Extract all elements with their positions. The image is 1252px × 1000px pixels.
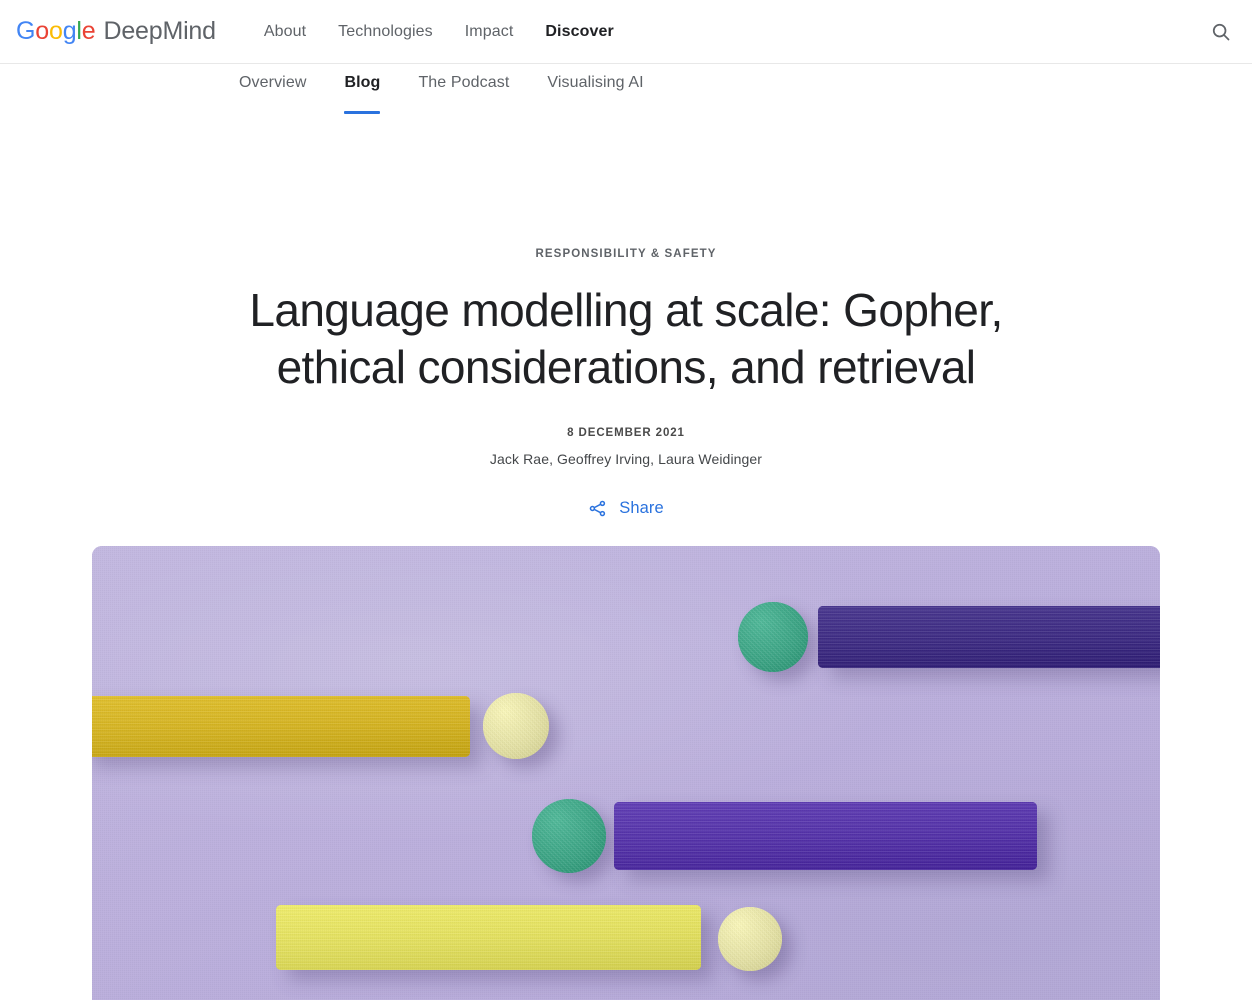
site-header: Google DeepMind About Technologies Impac… xyxy=(0,0,1252,64)
article-authors: Jack Rae, Geoffrey Irving, Laura Weiding… xyxy=(489,451,763,467)
deepmind-wordmark: DeepMind xyxy=(103,17,216,45)
logo-letter-e: e xyxy=(81,17,96,45)
article-date: 8 DECEMBER 2021 xyxy=(567,427,685,439)
logo-letter-o1: o xyxy=(35,17,49,45)
nav-item-impact[interactable]: Impact xyxy=(465,23,514,41)
secondary-nav: Overview Blog The Podcast Visualising AI xyxy=(0,64,1252,130)
article-header: RESPONSIBILITY & SAFETY Language modelli… xyxy=(0,130,1252,518)
article-category: RESPONSIBILITY & SAFETY xyxy=(535,248,717,260)
logo-letter-g: G xyxy=(16,17,36,45)
search-icon xyxy=(1212,23,1230,40)
primary-nav: About Technologies Impact Discover xyxy=(264,23,614,41)
logo-google-deepmind[interactable]: Google DeepMind xyxy=(16,17,216,46)
article-hero-image xyxy=(92,546,1160,1000)
nav-item-technologies[interactable]: Technologies xyxy=(338,23,433,41)
nav-item-about[interactable]: About xyxy=(264,23,306,41)
subnav-item-overview[interactable]: Overview xyxy=(239,74,306,122)
logo-letter-g2: g xyxy=(62,17,77,45)
subnav-item-the-podcast[interactable]: The Podcast xyxy=(418,74,509,122)
search-button[interactable] xyxy=(1208,19,1234,45)
share-nodes-icon xyxy=(589,500,606,517)
subnav-item-visualising-ai[interactable]: Visualising AI xyxy=(547,74,643,122)
logo-letter-o2: o xyxy=(48,17,63,45)
page-title: Language modelling at scale: Gopher, eth… xyxy=(249,284,1003,393)
share-button[interactable]: Share xyxy=(0,499,1252,518)
google-wordmark: Google xyxy=(16,17,96,46)
hero-texture-overlay xyxy=(92,546,1160,1000)
nav-item-discover[interactable]: Discover xyxy=(545,23,613,41)
subnav-item-blog[interactable]: Blog xyxy=(344,74,381,122)
share-label: Share xyxy=(619,499,664,517)
